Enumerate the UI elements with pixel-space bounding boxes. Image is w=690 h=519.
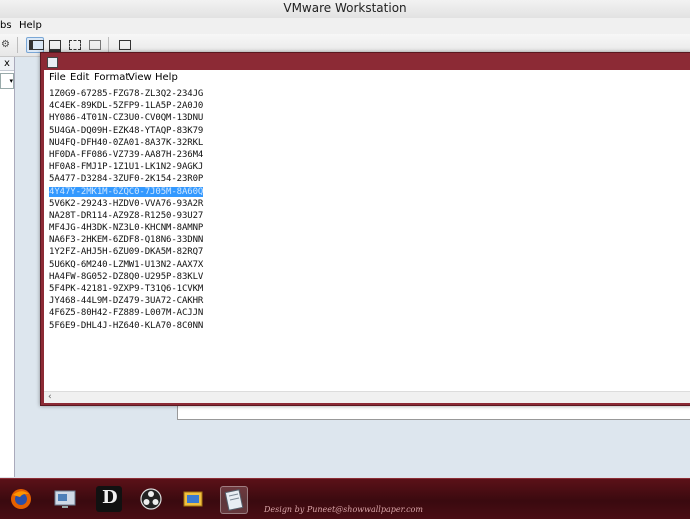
notepad-line-text: 5F4PK-42181-9ZXP9-T31Q6-1CVKM	[49, 284, 204, 294]
horizontal-scrollbar[interactable]: ‹	[44, 391, 690, 403]
notepad-line-text: HF0DA-FF086-VZ739-AA87H-236M4	[49, 149, 204, 160]
menu-view[interactable]: View	[128, 70, 152, 86]
unity-icon	[89, 40, 101, 50]
stretch-icon	[119, 40, 131, 50]
scroll-left-icon[interactable]: ‹	[48, 392, 52, 403]
notepad-line-text: NA6F3-2HKEM-6ZDF8-Q18N6-33DNN	[49, 235, 204, 246]
library-panel: x ▾	[0, 57, 15, 477]
console-view-button[interactable]	[46, 37, 64, 53]
notepad-line-text: NU4FQ-DFH40-0ZA01-8A37K-32RKL	[49, 137, 204, 148]
library-search-combo[interactable]: ▾	[0, 73, 14, 89]
notepad-text-area[interactable]: 1Z0G9-67285-FZG78-ZL3Q2-234JG 4C4EK-89KDL…	[44, 86, 690, 391]
notepad-line-text: 5A477-D3284-3ZUF0-2K154-23R0P	[49, 174, 204, 185]
unity-button[interactable]	[86, 37, 104, 53]
library-close[interactable]: x	[0, 57, 14, 71]
notepad-line: NU4FQ-DFH40-0ZA01-8A37K-32RKL	[49, 137, 203, 149]
full-screen-icon	[69, 40, 81, 50]
notepad-line: MF4JG-4H3DK-NZ3L0-KHCNM-8AMNP	[49, 222, 203, 234]
notepad-line-text: 4C4EK-89KDL-5ZFP9-1LA5P-2A0J0	[49, 101, 204, 112]
notepad-menubar: File Edit Format View Help	[44, 70, 690, 87]
notepad-line: 5U6KQ-6M240-LZMW1-U13N2-AAX7X	[49, 259, 203, 271]
gear-icon: ⚙	[1, 39, 10, 50]
remote-desktop-icon[interactable]	[52, 486, 78, 512]
stretch-guest-button[interactable]	[116, 37, 134, 53]
obs-icon[interactable]	[138, 486, 164, 512]
wallpaper-credit: Design by Puneet@showwallpaper.com	[264, 505, 423, 514]
notepad-line-text: HY086-4T01N-CZ3U0-CV0QM-13DNU	[49, 113, 204, 124]
menu-help[interactable]: Help	[155, 70, 178, 86]
notepad-line: 5A477-D3284-3ZUF0-2K154-23R0P	[49, 173, 203, 185]
guest-taskbar: D Design by Puneet@showwallpaper.com	[0, 478, 690, 519]
notepad-line-text: MF4JG-4H3DK-NZ3L0-KHCNM-8AMNP	[49, 223, 204, 234]
notepad-line-text: 4Y47Y-2MK1M-6ZQC0-7J05M-8A60Q	[49, 186, 204, 197]
notepad-line: NA28T-DR114-AZ9Z8-R1250-93U27	[49, 210, 203, 222]
menu-help[interactable]: Help	[19, 18, 42, 34]
show-library-button[interactable]	[26, 37, 44, 53]
notepad-line-text: HA4FW-8G052-DZ8Q0-U295P-83KLV	[49, 271, 204, 282]
d-app-icon[interactable]: D	[96, 486, 122, 512]
notepad-line: 5V6K2-29243-HZDV0-VVA76-93A2R	[49, 198, 203, 210]
notepad-line: 5F6E9-DHL4J-HZ640-KLA70-8C0NN	[49, 320, 203, 332]
vmware-menubar: bs Help	[0, 18, 690, 34]
library-view-icon	[29, 40, 44, 50]
notepad-titlebar[interactable]	[41, 53, 690, 70]
notepad-line: 5U4GA-DQ09H-EZK48-YTAQP-83K79	[49, 125, 203, 137]
d-app-label: D	[102, 487, 118, 508]
full-screen-button[interactable]	[66, 37, 84, 53]
toolbar-separator	[108, 37, 109, 53]
notepad-line-text: 4F6Z5-80H42-FZ889-L007M-ACJJN	[49, 308, 204, 319]
notepad-line: 4F6Z5-80H42-FZ889-L007M-ACJJN	[49, 307, 203, 319]
notepad-line-text: JY468-44L9M-DZ479-3UA72-CAKHR	[49, 296, 204, 307]
notepad-line-text: NA28T-DR114-AZ9Z8-R1250-93U27	[49, 210, 204, 221]
notepad-line-text: HF0A8-FMJ1P-1Z1U1-LK1N2-9AGKJ	[49, 162, 204, 173]
notepad-line-text: 1Z0G9-67285-FZG78-ZL3Q2-234JG	[49, 89, 204, 99]
notepad-line: 1Z0G9-67285-FZG78-ZL3Q2-234JG	[49, 88, 203, 100]
console-view-icon	[49, 40, 61, 52]
notepad-line-text: 1Y2FZ-AHJ5H-6ZU09-DKA5M-82RQ7	[49, 247, 204, 258]
toolbar-separator	[17, 37, 18, 53]
vmware-window-title: VMware Workstation	[0, 0, 690, 19]
notepad-line: HY086-4T01N-CZ3U0-CV0QM-13DNU	[49, 112, 203, 124]
notepad-app-icon[interactable]	[47, 57, 58, 68]
notepad-window: File Edit Format View Help 1Z0G9-67285-F…	[40, 52, 690, 406]
notepad-line: HA4FW-8G052-DZ8Q0-U295P-83KLV	[49, 271, 203, 283]
notepad-line-text: 5U4GA-DQ09H-EZK48-YTAQP-83K79	[49, 125, 204, 136]
menu-file[interactable]: File	[49, 70, 66, 86]
menu-format[interactable]: Format	[94, 70, 129, 86]
menu-tabs-partial[interactable]: bs	[0, 18, 12, 34]
notepad-line: NA6F3-2HKEM-6ZDF8-Q18N6-33DNN	[49, 234, 203, 246]
power-options-button[interactable]: ⚙	[0, 37, 16, 53]
notepad-icon[interactable]	[220, 486, 248, 514]
notepad-line: 5F4PK-42181-9ZXP9-T31Q6-1CVKM	[49, 283, 203, 295]
file-explorer-icon[interactable]	[180, 486, 206, 512]
notepad-line-text: 5U6KQ-6M240-LZMW1-U13N2-AAX7X	[49, 259, 204, 270]
notepad-line: 4C4EK-89KDL-5ZFP9-1LA5P-2A0J0	[49, 100, 203, 112]
menu-edit[interactable]: Edit	[70, 70, 89, 86]
notepad-line-text: 5V6K2-29243-HZDV0-VVA76-93A2R	[49, 198, 204, 209]
notepad-line: 4Y47Y-2MK1M-6ZQC0-7J05M-8A60Q	[49, 186, 203, 198]
notepad-lines: 1Z0G9-67285-FZG78-ZL3Q2-234JG 4C4EK-89KDL…	[49, 88, 203, 332]
firefox-icon[interactable]	[8, 486, 34, 512]
notepad-line-text: 5F6E9-DHL4J-HZ640-KLA70-8C0NN	[49, 320, 204, 331]
notepad-line: HF0DA-FF086-VZ739-AA87H-236M4	[49, 149, 203, 161]
notepad-line: 1Y2FZ-AHJ5H-6ZU09-DKA5M-82RQ7	[49, 246, 203, 258]
notepad-line: HF0A8-FMJ1P-1Z1U1-LK1N2-9AGKJ	[49, 161, 203, 173]
notepad-line: JY468-44L9M-DZ479-3UA72-CAKHR	[49, 295, 203, 307]
